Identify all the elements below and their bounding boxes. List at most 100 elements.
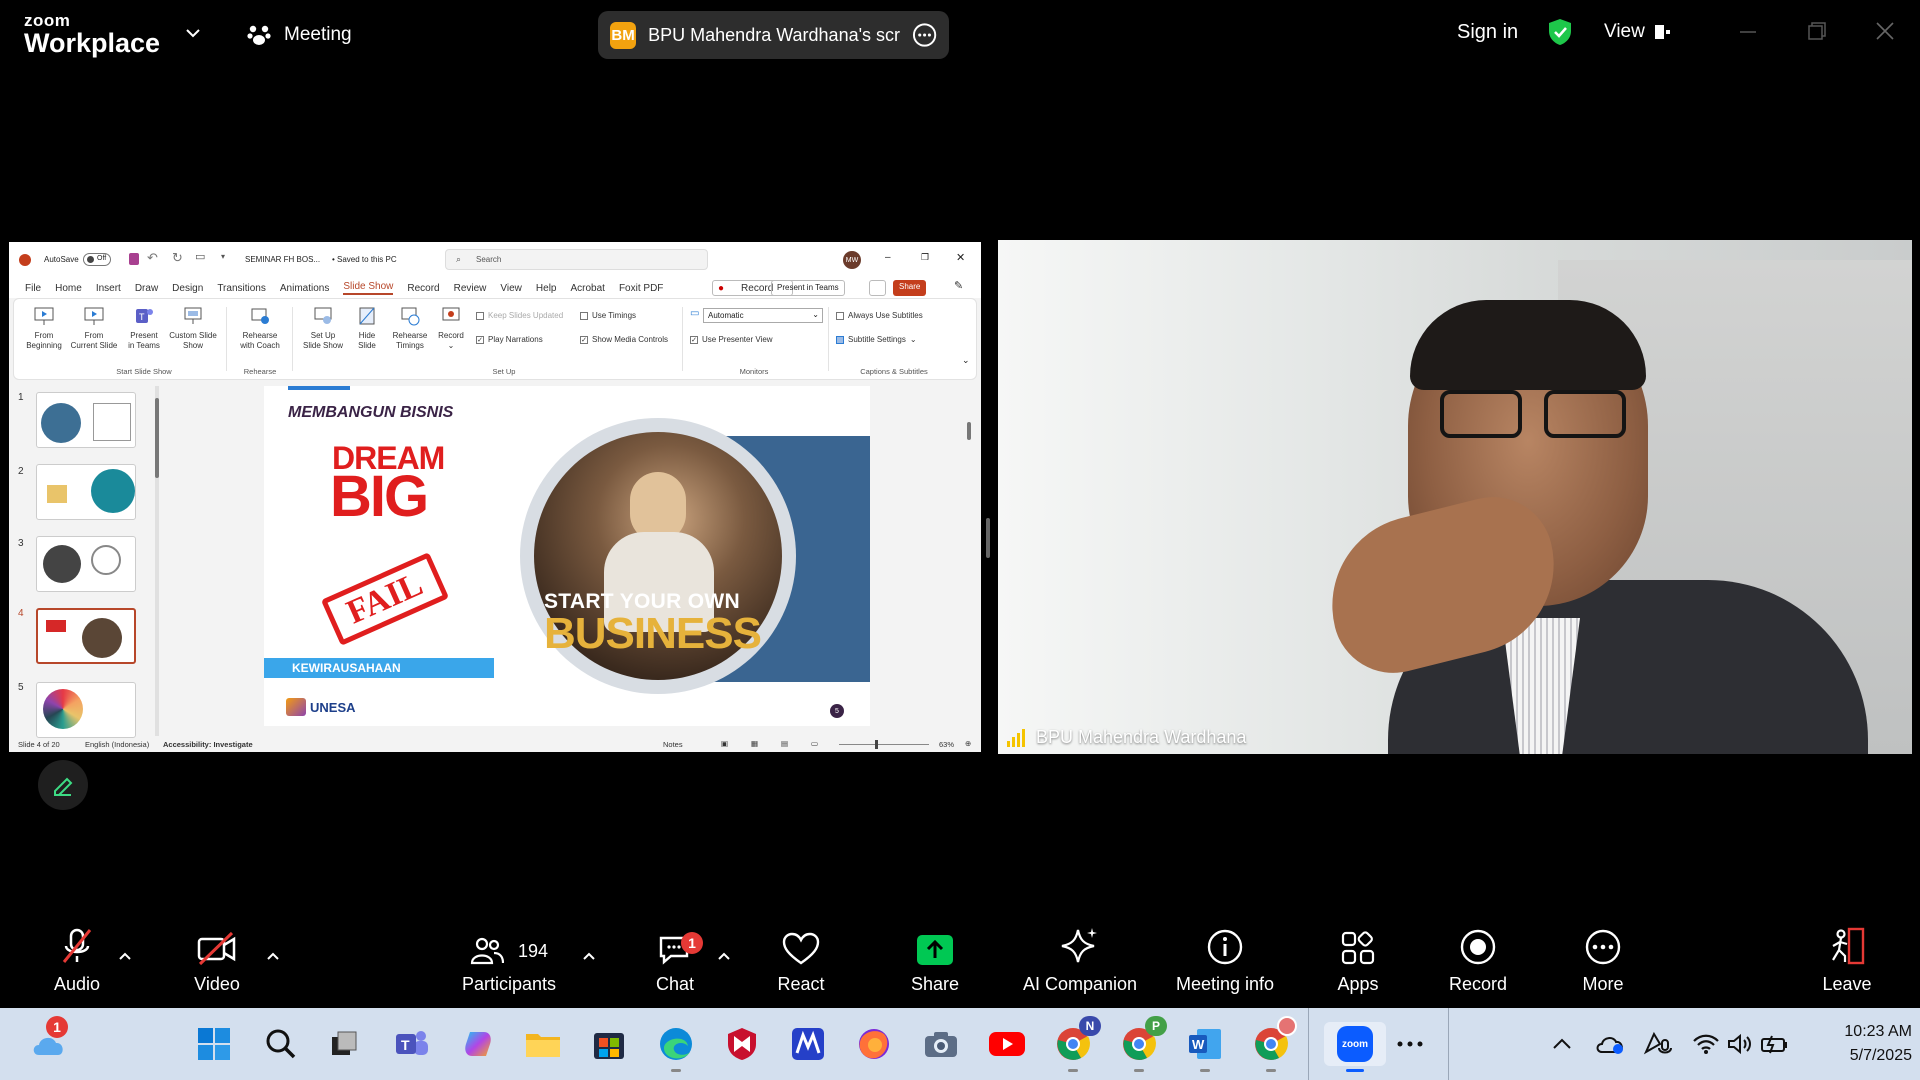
chrome-profile-p-app[interactable]: P <box>1117 1016 1167 1072</box>
zoom-level[interactable]: 63% <box>939 740 954 749</box>
word-app[interactable]: W <box>1183 1022 1227 1072</box>
teams-app[interactable]: T <box>390 1022 434 1066</box>
slideshow-view-icon[interactable]: ▭ <box>811 739 818 748</box>
slide-thumbnail-5[interactable] <box>36 682 136 738</box>
tab-draw[interactable]: Draw <box>135 283 158 294</box>
more-options-icon[interactable] <box>912 22 937 48</box>
mcafee-app[interactable] <box>720 1022 764 1066</box>
leave-button[interactable]: Leave <box>1772 920 1920 1008</box>
share-button[interactable]: Share <box>893 280 927 296</box>
copilot-app[interactable] <box>456 1022 500 1066</box>
security-shield-icon[interactable] <box>1546 17 1574 52</box>
location-tray[interactable] <box>1636 1022 1680 1066</box>
language-status[interactable]: English (Indonesia) <box>85 740 149 749</box>
show-media-controls-checkbox[interactable]: ✓ Show Media Controls <box>580 335 668 344</box>
zoom-slider[interactable] <box>839 740 929 749</box>
meeting-menu-button[interactable]: Meeting <box>246 20 352 50</box>
tab-view[interactable]: View <box>500 283 522 294</box>
participant-video-tile[interactable]: BPU Mahendra Wardhana <box>998 240 1912 754</box>
tab-review[interactable]: Review <box>454 283 487 294</box>
taskbar-overflow-button[interactable] <box>1388 1022 1432 1066</box>
system-clock[interactable]: 10:23 AM 5/7/2025 <box>1800 1020 1912 1068</box>
microsoft-store-app[interactable] <box>587 1022 631 1066</box>
file-explorer-app[interactable] <box>521 1022 565 1066</box>
firefox-app[interactable] <box>852 1022 896 1066</box>
participants-button[interactable]: 194 Participants <box>434 920 584 1008</box>
tab-insert[interactable]: Insert <box>96 283 121 294</box>
set-up-slide-show-button[interactable]: Set Up Slide Show <box>298 305 348 350</box>
subtitle-settings-button[interactable]: Subtitle Settings ⌄ <box>836 335 917 344</box>
blue-m-app[interactable] <box>786 1022 830 1066</box>
more-button[interactable]: More <box>1528 920 1678 1008</box>
close-icon[interactable] <box>1874 18 1896 53</box>
always-use-subtitles-checkbox[interactable]: Always Use Subtitles <box>836 311 923 320</box>
autosave-toggle[interactable]: Off <box>83 253 111 266</box>
youtube-app[interactable] <box>985 1022 1029 1066</box>
slide-scrollbar[interactable] <box>965 382 973 736</box>
view-button[interactable]: View <box>1604 21 1673 43</box>
minimize-icon[interactable] <box>1738 18 1758 53</box>
present-in-teams-button[interactable]: Present in Teams <box>771 280 845 296</box>
rehearse-with-coach-button[interactable]: Rehearse with Coach <box>232 305 288 350</box>
edge-app[interactable] <box>654 1022 698 1072</box>
tab-slide-show[interactable]: Slide Show <box>343 281 394 295</box>
collapse-ribbon-icon[interactable]: ⌄ <box>962 355 970 366</box>
redo-icon[interactable]: ↻ <box>172 250 183 266</box>
tab-transitions[interactable]: Transitions <box>217 283 266 294</box>
from-current-slide-button[interactable]: From Current Slide <box>66 305 122 350</box>
tab-file[interactable]: File <box>25 283 41 294</box>
close-icon[interactable]: ✕ <box>956 251 965 264</box>
comments-icon[interactable] <box>869 280 886 296</box>
thumbnail-scrollbar[interactable] <box>155 386 159 736</box>
battery-tray[interactable] <box>1752 1022 1796 1066</box>
present-icon[interactable]: ▭ <box>195 250 205 263</box>
tab-help[interactable]: Help <box>536 283 557 294</box>
current-slide[interactable]: MEMBANGUN BISNIS DREAM BIG FAIL KEWIRAUS… <box>264 386 870 726</box>
sign-in-link[interactable]: Sign in <box>1457 21 1518 44</box>
tab-animations[interactable]: Animations <box>280 283 329 294</box>
ppt-search-box[interactable]: ⌕ Search <box>445 249 708 270</box>
use-presenter-view-checkbox[interactable]: ✓ Use Presenter View <box>690 335 773 344</box>
tab-home[interactable]: Home <box>55 283 82 294</box>
save-icon[interactable] <box>129 253 139 265</box>
rehearse-timings-button[interactable]: Rehearse Timings <box>388 305 432 350</box>
fit-slide-icon[interactable]: ⊕ <box>965 739 971 748</box>
search-button[interactable] <box>259 1022 303 1066</box>
split-resize-handle[interactable] <box>986 518 990 558</box>
react-button[interactable]: React <box>726 920 876 1008</box>
meeting-info-button[interactable]: Meeting info <box>1150 920 1300 1008</box>
chrome-profile-app[interactable] <box>1249 1016 1297 1072</box>
share-screen-button[interactable]: Share <box>860 920 1010 1008</box>
audio-options-caret-icon[interactable] <box>118 948 132 966</box>
minimize-icon[interactable]: – <box>885 252 891 263</box>
notes-button[interactable]: Notes <box>663 740 683 749</box>
record-slide-show-button[interactable]: Record ⌄ <box>434 305 468 350</box>
normal-view-icon[interactable]: ▣ <box>721 739 728 748</box>
slide-thumbnail-3[interactable] <box>36 536 136 592</box>
use-timings-checkbox[interactable]: Use Timings <box>580 311 636 320</box>
tab-design[interactable]: Design <box>172 283 203 294</box>
ai-companion-button[interactable]: AI Companion <box>1004 920 1156 1008</box>
pen-icon[interactable]: ✎ <box>954 279 963 292</box>
participants-options-caret-icon[interactable] <box>582 948 596 966</box>
weather-widget[interactable]: 1 <box>26 1016 70 1066</box>
restore-icon[interactable]: ❐ <box>921 252 929 263</box>
play-narrations-checkbox[interactable]: ✓ Play Narrations <box>476 335 543 344</box>
video-options-caret-icon[interactable] <box>266 948 280 966</box>
reading-view-icon[interactable]: ▤ <box>781 739 788 748</box>
from-beginning-button[interactable]: From Beginning <box>22 305 66 350</box>
onedrive-tray[interactable] <box>1588 1022 1632 1066</box>
avatar[interactable]: MW <box>843 251 861 269</box>
show-hidden-icons-button[interactable] <box>1540 1022 1584 1066</box>
present-in-teams-ribbon-button[interactable]: T Present in Teams <box>124 305 164 350</box>
restore-icon[interactable] <box>1806 18 1828 53</box>
start-button[interactable] <box>192 1022 236 1066</box>
custom-slide-show-button[interactable]: Custom Slide Show <box>164 305 222 350</box>
chevron-down-icon[interactable]: ⌄ <box>434 341 468 351</box>
tab-acrobat[interactable]: Acrobat <box>570 283 604 294</box>
zoom-app[interactable]: zoom <box>1324 1022 1386 1072</box>
monitor-select[interactable]: Automatic ⌄ <box>703 308 823 323</box>
keep-slides-updated-checkbox[interactable]: Keep Slides Updated <box>476 311 563 320</box>
screen-share-indicator[interactable]: BM BPU Mahendra Wardhana's scree <box>598 11 949 59</box>
slide-thumbnail-2[interactable] <box>36 464 136 520</box>
